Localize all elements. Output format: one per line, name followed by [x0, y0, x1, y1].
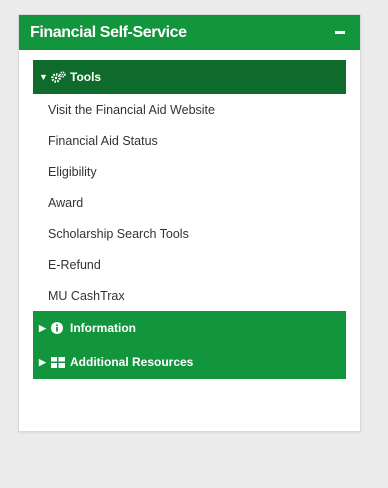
information-section-label: Information [70, 321, 136, 335]
link-mu-cashtrax[interactable]: MU CashTrax [33, 280, 346, 311]
link-eligibility[interactable]: Eligibility [33, 156, 346, 187]
caret-right-icon: ▶ [39, 356, 46, 367]
minus-icon[interactable] [332, 25, 348, 41]
link-award[interactable]: Award [33, 187, 346, 218]
tools-section-header[interactable]: ▼ Tools [33, 60, 346, 94]
cogs-icon [51, 70, 67, 84]
additional-resources-section-header[interactable]: ▶ Additional Resources [33, 345, 346, 379]
additional-resources-section-label: Additional Resources [70, 355, 194, 369]
information-section-header[interactable]: ▶ Information [33, 311, 346, 345]
caret-right-icon: ▶ [39, 322, 46, 333]
link-financial-aid-status[interactable]: Financial Aid Status [33, 125, 346, 156]
panel-title: Financial Self-Service [30, 23, 187, 41]
financial-self-service-panel: Financial Self-Service ▼ Tools Visit the… [18, 14, 361, 432]
panel-header: Financial Self-Service [19, 15, 360, 50]
th-large-icon [51, 355, 67, 369]
info-circle-icon [51, 321, 67, 335]
link-scholarship-search-tools[interactable]: Scholarship Search Tools [33, 218, 346, 249]
tools-section-label: Tools [70, 70, 102, 84]
link-visit-financial-aid-website[interactable]: Visit the Financial Aid Website [33, 94, 346, 125]
panel-body: ▼ Tools Visit the Financial Aid Website … [19, 50, 360, 379]
link-e-refund[interactable]: E-Refund [33, 249, 346, 280]
caret-down-icon: ▼ [39, 72, 48, 82]
tools-link-list: Visit the Financial Aid Website Financia… [33, 94, 346, 311]
